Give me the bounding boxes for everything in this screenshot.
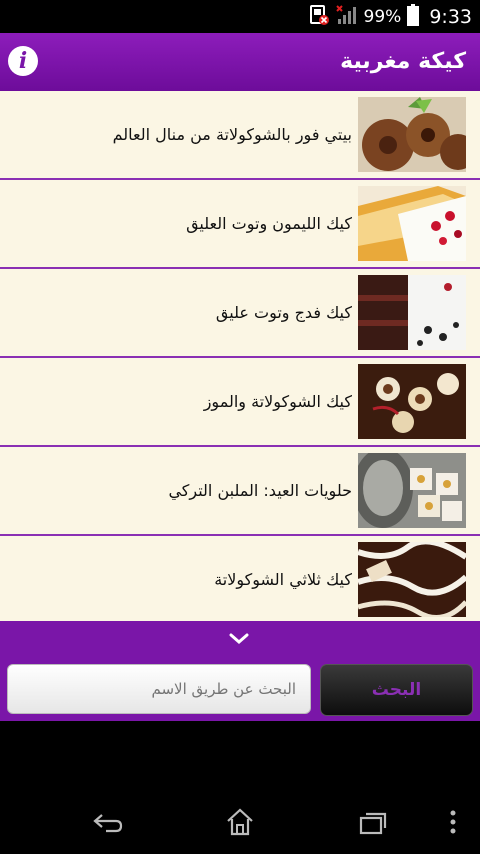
recent-apps-icon[interactable]	[358, 811, 388, 839]
status-bar: 99% 9:33	[0, 0, 480, 33]
info-button[interactable]: i	[8, 46, 38, 76]
overflow-menu-icon[interactable]	[448, 809, 458, 839]
recipe-title: بيتي فور بالشوكولاتة من منال العالم	[112, 125, 352, 144]
clock: 9:33	[429, 5, 472, 28]
battery-percent: 99%	[363, 6, 402, 27]
search-input[interactable]	[7, 664, 311, 714]
recipe-list: بيتي فور بالشوكولاتة من منال العالم كيك …	[0, 91, 480, 621]
signal-icon	[335, 4, 358, 30]
recipe-title: كيك الليمون وتوت العليق	[186, 214, 352, 233]
list-item[interactable]: كيك فدج وتوت عليق	[0, 269, 480, 358]
back-icon[interactable]	[92, 811, 124, 839]
recipe-thumbnail	[358, 364, 466, 439]
home-icon[interactable]	[225, 807, 255, 841]
page-title: كيكة مغربية	[340, 49, 466, 74]
recipe-thumbnail	[358, 275, 466, 350]
sim-error-icon	[308, 4, 330, 30]
list-item[interactable]: حلويات العيد: الملبن التركي	[0, 447, 480, 536]
recipe-title: حلويات العيد: الملبن التركي	[168, 481, 352, 500]
recipe-thumbnail	[358, 453, 466, 528]
recipe-thumbnail	[358, 186, 466, 261]
list-item[interactable]: بيتي فور بالشوكولاتة من منال العالم	[0, 91, 480, 180]
recipe-thumbnail	[358, 97, 466, 172]
list-item[interactable]: كيك ثلاثي الشوكولاتة	[0, 536, 480, 621]
system-nav-bar	[0, 721, 480, 854]
search-bar: البحث	[0, 621, 480, 721]
list-item[interactable]: كيك الشوكولاتة والموز	[0, 358, 480, 447]
recipe-title: كيك الشوكولاتة والموز	[203, 392, 352, 411]
recipe-thumbnail	[358, 542, 466, 617]
search-button[interactable]: البحث	[320, 664, 473, 716]
chevron-down-icon[interactable]	[228, 631, 250, 647]
recipe-title: كيك فدج وتوت عليق	[215, 303, 352, 322]
battery-icon	[407, 3, 420, 30]
recipe-title: كيك ثلاثي الشوكولاتة	[214, 570, 352, 589]
list-item[interactable]: كيك الليمون وتوت العليق	[0, 180, 480, 269]
app-bar: i كيكة مغربية	[0, 33, 480, 91]
